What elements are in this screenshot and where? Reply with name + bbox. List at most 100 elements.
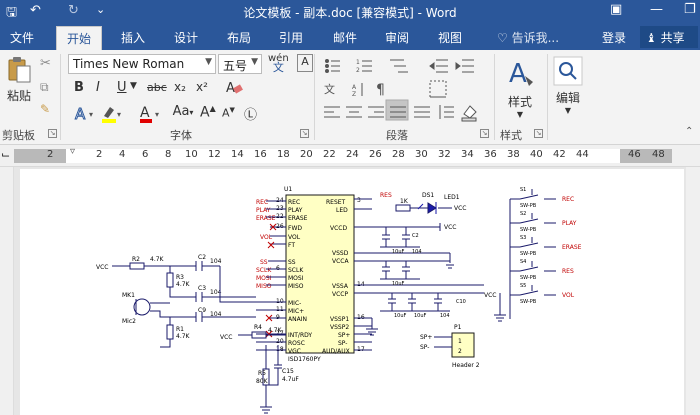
text-effects-button[interactable]: A ▾ bbox=[72, 104, 98, 124]
highlight-button[interactable]: ▾ bbox=[100, 104, 126, 124]
change-case-button[interactable]: Aa▾ bbox=[170, 104, 196, 124]
sign-in-link[interactable]: 登录 bbox=[602, 29, 626, 46]
format-painter-icon[interactable]: ✎ bbox=[40, 102, 50, 116]
tab-selector-icon[interactable]: ⌙ bbox=[1, 148, 10, 161]
svg-text:A: A bbox=[140, 105, 150, 121]
minimize-icon[interactable]: — bbox=[650, 2, 663, 17]
styles-launcher-icon[interactable]: ↘ bbox=[534, 129, 543, 138]
switch-net-label: REC bbox=[562, 196, 574, 203]
share-button[interactable]: ♝ 共享 bbox=[640, 26, 698, 48]
cut-icon[interactable]: ✂ bbox=[40, 56, 51, 71]
tab-home[interactable]: 开始 bbox=[56, 26, 103, 50]
chevron-down-icon[interactable]: ▼ bbox=[130, 81, 137, 91]
numbering-icon: 12 bbox=[356, 59, 372, 74]
pin-name: FT bbox=[288, 242, 295, 249]
switch-type: SW-PB bbox=[520, 251, 537, 257]
clipboard-launcher-icon[interactable]: ↘ bbox=[48, 129, 57, 138]
ruler-number: 12 bbox=[208, 149, 221, 160]
ruler-number: 42 bbox=[553, 149, 566, 160]
horizontal-ruler[interactable]: ⌙ ▿ 2 2 4 6 8 10 12 14 16 18 20 22 24 26… bbox=[0, 145, 700, 167]
switch-net-label: VOL bbox=[562, 292, 575, 299]
ruler-number: 28 bbox=[392, 149, 405, 160]
font-size-value: 五号 bbox=[223, 59, 248, 73]
bold-button[interactable]: B bbox=[74, 80, 84, 95]
font-name-combo[interactable]: Times New Roman ▼ bbox=[68, 54, 216, 74]
font-launcher-icon[interactable]: ↘ bbox=[300, 129, 309, 138]
chevron-down-icon: ▼ bbox=[205, 57, 212, 67]
char-border-icon[interactable]: A bbox=[297, 54, 313, 72]
switch-designator: S3 bbox=[520, 235, 526, 241]
collapse-ribbon-icon[interactable]: ⌃ bbox=[685, 126, 693, 137]
font-size-combo[interactable]: 五号 ▼ bbox=[218, 54, 262, 74]
switch-designator: S2 bbox=[520, 211, 526, 217]
tab-review[interactable]: 审阅 bbox=[385, 29, 409, 46]
net-label: MOSI bbox=[256, 275, 272, 282]
styles-button[interactable]: A 样式 ▼ bbox=[500, 56, 540, 122]
tab-view[interactable]: 视图 bbox=[438, 29, 462, 46]
cap-value: 10uF bbox=[394, 313, 407, 319]
superscript-button[interactable]: x² bbox=[196, 80, 208, 94]
pin-number: 3 bbox=[357, 197, 361, 204]
font-color-button[interactable]: A ▾ bbox=[138, 104, 164, 124]
schematic-image: U1 ISD1760PY REC PLAY ERASE FWD VOL FT S… bbox=[96, 186, 582, 414]
borders-icon bbox=[429, 80, 447, 98]
svg-text:文: 文 bbox=[324, 82, 335, 96]
ribbon-display-icon[interactable]: ▣ bbox=[610, 2, 622, 17]
clipboard-icon bbox=[8, 57, 31, 83]
subscript-button[interactable]: x₂ bbox=[174, 80, 186, 94]
increase-indent-icon bbox=[455, 59, 474, 73]
resistor-value: 80K bbox=[256, 378, 269, 385]
show-marks-icon: ¶ bbox=[376, 82, 385, 98]
paragraph-launcher-icon[interactable]: ↘ bbox=[480, 129, 489, 138]
clear-format-button[interactable]: A bbox=[224, 78, 244, 96]
cap-value: 104 bbox=[412, 249, 422, 255]
editing-button[interactable]: 编辑 ▼ bbox=[552, 56, 584, 122]
ruler-number: 20 bbox=[300, 149, 313, 160]
ruler-number: 16 bbox=[254, 149, 267, 160]
tab-file[interactable]: 文件 bbox=[10, 29, 34, 46]
tab-design[interactable]: 设计 bbox=[174, 29, 198, 46]
separator bbox=[60, 54, 61, 140]
document-page[interactable]: U1 ISD1760PY REC PLAY ERASE FWD VOL FT S… bbox=[20, 169, 684, 415]
enclose-char-button[interactable]: Ⓛ bbox=[244, 104, 257, 123]
phonetic-guide-button[interactable]: wén 文 bbox=[268, 54, 289, 74]
font-name-value: Times New Roman bbox=[73, 57, 185, 71]
pin-name: SCLK bbox=[288, 267, 304, 274]
shrink-font-button[interactable]: A▼ bbox=[222, 106, 235, 120]
italic-button[interactable]: I bbox=[96, 80, 100, 95]
vertical-scrollbar[interactable] bbox=[686, 167, 700, 415]
ground-icon bbox=[260, 399, 272, 414]
tab-layout[interactable]: 布局 bbox=[227, 29, 251, 46]
ruler-number: 38 bbox=[507, 149, 520, 160]
ruler-number: 22 bbox=[323, 149, 336, 160]
restore-icon[interactable]: ❐ bbox=[684, 2, 696, 17]
svg-text:Z: Z bbox=[352, 91, 356, 98]
ruler-number: 30 bbox=[415, 149, 428, 160]
indent-marker-icon[interactable]: ▿ bbox=[70, 146, 75, 157]
svg-text:A: A bbox=[509, 59, 527, 89]
tell-me-box[interactable]: ♡ 告诉我... bbox=[497, 29, 559, 46]
grow-font-button[interactable]: A▲ bbox=[200, 104, 216, 121]
switch-designator: S5 bbox=[520, 283, 526, 289]
title-bar: 🖫 ↶ ↻ ⌄ 论文模板 - 副本.doc [兼容模式] - Word ▣ — … bbox=[0, 0, 700, 24]
underline-button[interactable]: U bbox=[117, 80, 127, 95]
tab-references[interactable]: 引用 bbox=[279, 29, 303, 46]
distributed-icon bbox=[414, 106, 430, 118]
vertical-ruler[interactable] bbox=[0, 167, 14, 415]
cap-designator: C2 bbox=[412, 233, 419, 239]
copy-icon[interactable]: ⧉ bbox=[40, 80, 49, 95]
vcc-label: VCC bbox=[96, 264, 108, 271]
resistor-value: 4.7K bbox=[176, 333, 191, 340]
cap-designator: C15 bbox=[282, 368, 294, 375]
paste-button[interactable]: 粘贴 bbox=[4, 56, 34, 104]
resistor-value: 4.7K bbox=[268, 327, 283, 334]
tab-mailings[interactable]: 邮件 bbox=[333, 29, 357, 46]
svg-text:▾: ▾ bbox=[155, 110, 159, 119]
pin-name: SP+ bbox=[338, 332, 350, 339]
resistor-designator: R2 bbox=[132, 256, 140, 263]
ruler-number: 46 bbox=[628, 149, 641, 160]
tab-insert[interactable]: 插入 bbox=[121, 29, 145, 46]
pin-name: ERASE bbox=[288, 215, 308, 222]
svg-text:2: 2 bbox=[458, 348, 462, 355]
strikethrough-button[interactable]: abc bbox=[147, 81, 167, 94]
